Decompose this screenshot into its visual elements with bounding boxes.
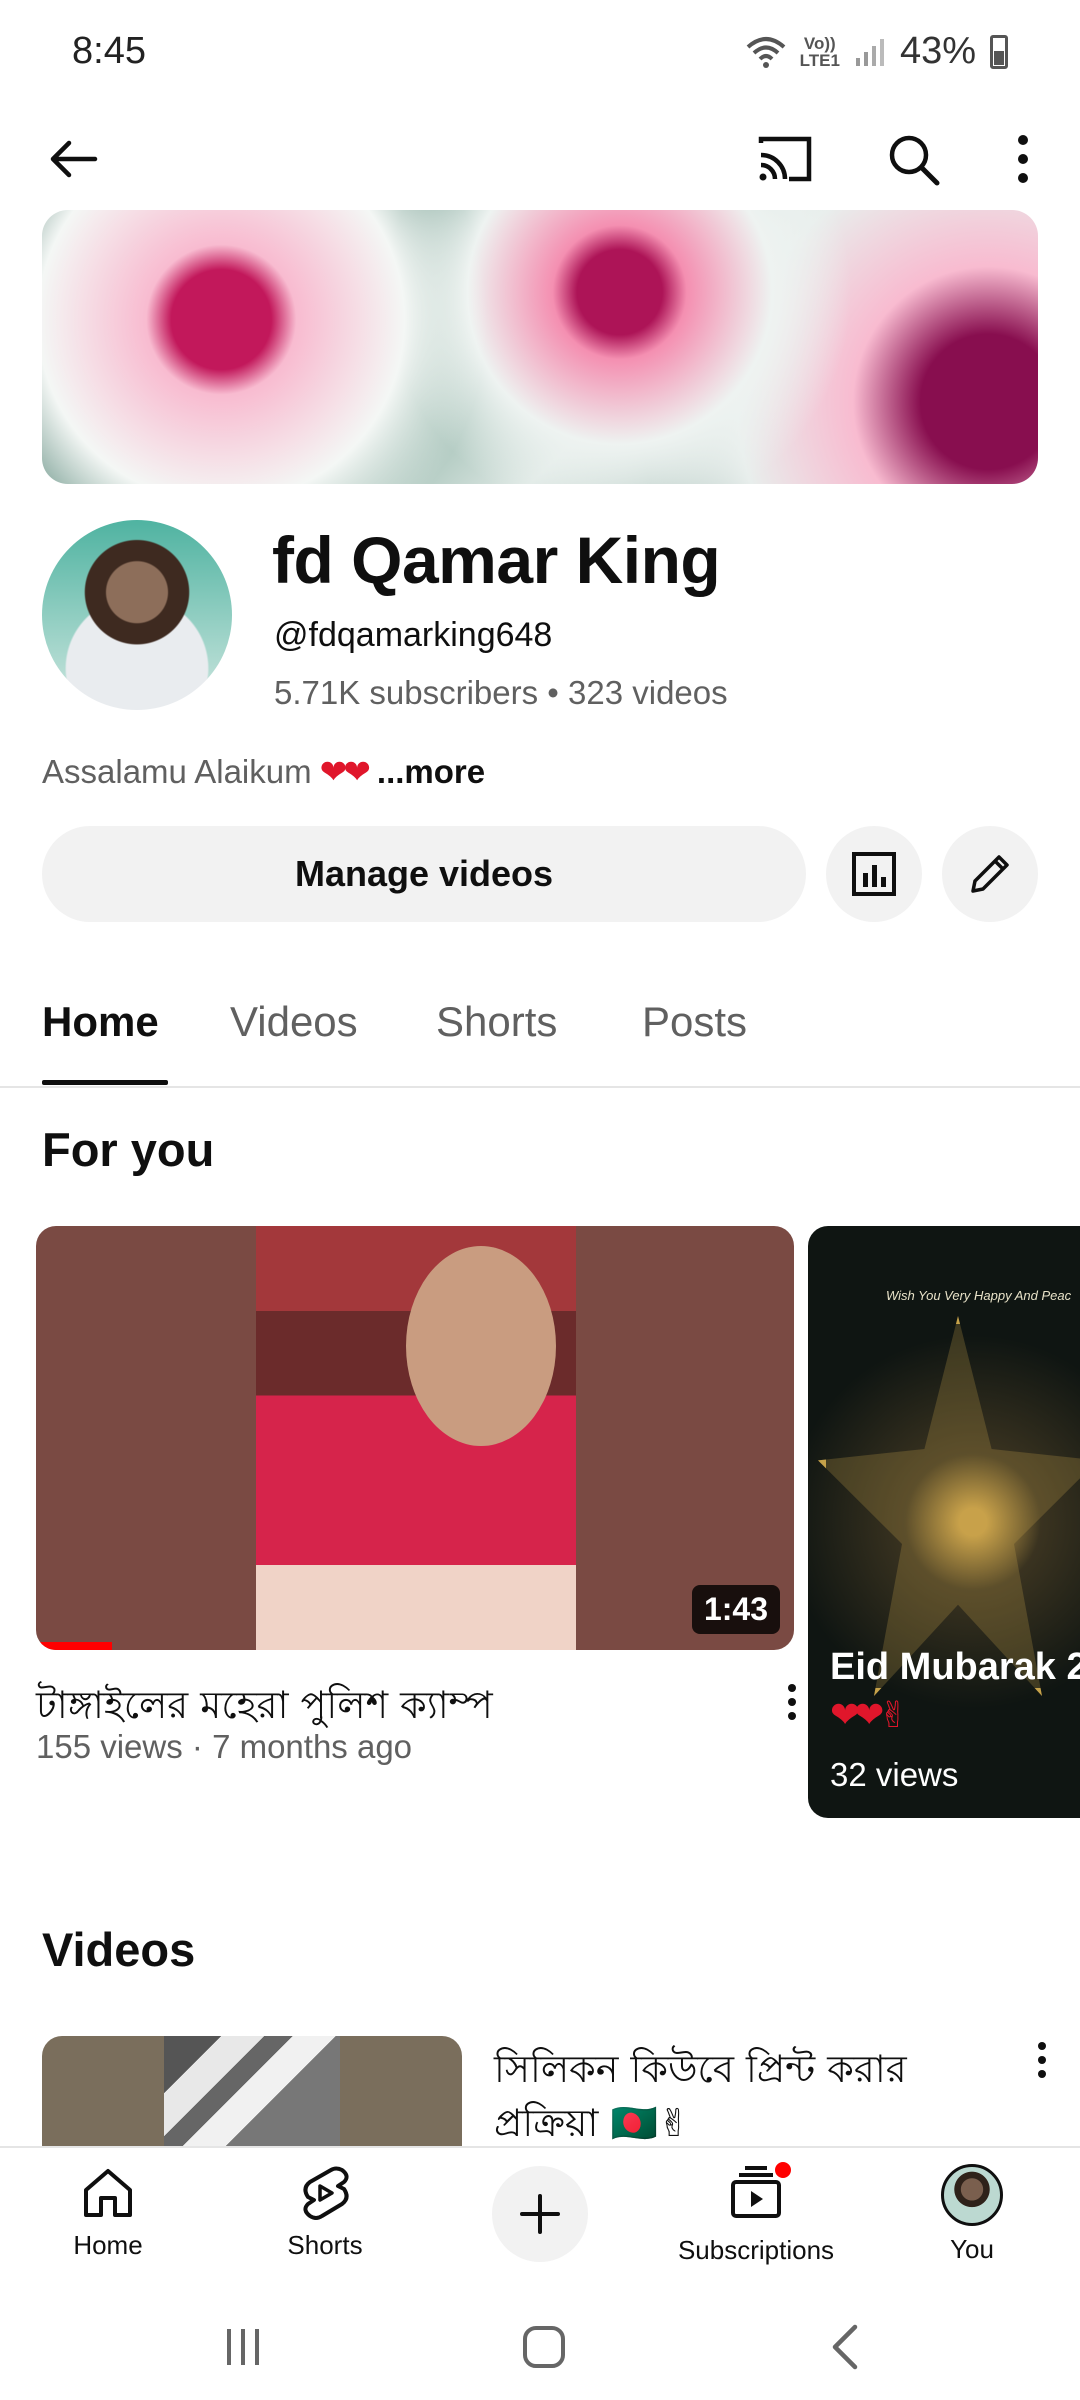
avatar-icon [941, 2164, 1003, 2226]
status-indicators: Vo)) LTE1 43% [746, 30, 1008, 73]
short-card[interactable]: Wish You Very Happy And Peac Eid Mubarak… [808, 1226, 1080, 1818]
nav-label: Shorts [287, 2230, 363, 2260]
notification-dot [773, 2160, 793, 2180]
for-you-heading: For you [42, 1123, 215, 1176]
plus-icon [520, 2194, 560, 2234]
back-arrow-icon[interactable] [28, 114, 118, 204]
active-tab-indicator [42, 1080, 168, 1085]
video-thumbnail[interactable]: 1:43 [36, 1226, 794, 1650]
video-meta: 155 views · 7 months ago [36, 1728, 413, 1765]
nav-label: Subscriptions [677, 2235, 835, 2265]
create-button[interactable] [492, 2166, 588, 2262]
home-icon [84, 2169, 132, 2217]
nav-you[interactable]: You [872, 2164, 1072, 2265]
video-duration: 1:43 [691, 1585, 780, 1634]
battery-icon [990, 34, 1008, 69]
channel-tabs: Home Videos Shorts Posts [0, 960, 1080, 1088]
thumbnail-image [256, 1226, 576, 1650]
short-greeting: Wish You Very Happy And Peac [886, 1288, 1072, 1303]
description-text: Assalamu Alaikum [42, 752, 312, 790]
channel-stats: 5.71K subscribers • 323 videos [274, 674, 728, 711]
tab-shorts[interactable]: Shorts [436, 998, 557, 1046]
system-back-icon[interactable] [800, 2312, 890, 2382]
nav-label: You [950, 2234, 994, 2264]
more-link[interactable]: ...more [377, 753, 485, 791]
videos-heading: Videos [42, 1923, 196, 1976]
tab-home[interactable]: Home [42, 998, 159, 1046]
bottom-navigation: Home Shorts Subscriptions You [0, 2146, 1080, 2290]
status-time: 8:45 [72, 30, 146, 72]
description-hearts: ❤❤ [319, 753, 371, 790]
star-decoration [818, 1316, 1080, 1696]
cast-icon[interactable] [740, 114, 830, 204]
tab-videos[interactable]: Videos [230, 998, 358, 1046]
recent-apps-icon[interactable] [198, 2312, 288, 2382]
channel-handle: @fdqamarking648 [274, 616, 553, 654]
nav-label: Home [73, 2230, 143, 2260]
nav-subscriptions[interactable]: Subscriptions [656, 2160, 856, 2266]
video-options-icon[interactable] [1022, 2030, 1062, 2090]
manage-videos-button[interactable]: Manage videos [42, 826, 806, 922]
signal-icon [855, 38, 884, 66]
app-bar [0, 110, 1080, 226]
wifi-icon [746, 36, 785, 68]
edit-channel-button[interactable] [942, 826, 1038, 922]
analytics-icon [852, 852, 896, 896]
network-type-label: Vo)) LTE1 [799, 33, 840, 70]
system-navigation-bar [0, 2290, 1080, 2400]
analytics-button[interactable] [826, 826, 922, 922]
status-bar: 8:45 Vo)) LTE1 43% [0, 0, 1080, 110]
watch-progress-bar [36, 1642, 112, 1650]
video-thumbnail[interactable] [42, 2036, 462, 2146]
battery-percent: 43% [899, 30, 976, 72]
video-options-icon[interactable] [772, 1672, 812, 1732]
more-vert-icon[interactable] [978, 114, 1068, 204]
home-button-icon[interactable] [499, 2312, 589, 2382]
nav-shorts[interactable]: Shorts [225, 2164, 425, 2261]
nav-home[interactable]: Home [8, 2164, 208, 2261]
channel-name: fd Qamar King [272, 523, 721, 597]
video-title[interactable]: সিলিকন কিউবে প্রিন্ট করার প্রক্রিয়া 🇧🇩✌ [494, 2042, 974, 2150]
pencil-icon [971, 855, 1009, 893]
channel-description[interactable]: Assalamu Alaikum ❤❤ ...more [42, 752, 485, 791]
short-hearts: ❤❤✌ [830, 1694, 908, 1735]
subscriptions-icon-wrap [727, 2160, 793, 2227]
channel-avatar[interactable] [42, 520, 232, 710]
short-views: 32 views [830, 1756, 959, 1793]
short-title: Eid Mubarak 2 [830, 1646, 1080, 1688]
channel-banner [42, 210, 1038, 484]
search-icon[interactable] [868, 114, 958, 204]
shorts-icon [303, 2166, 349, 2220]
tab-posts[interactable]: Posts [642, 998, 747, 1046]
